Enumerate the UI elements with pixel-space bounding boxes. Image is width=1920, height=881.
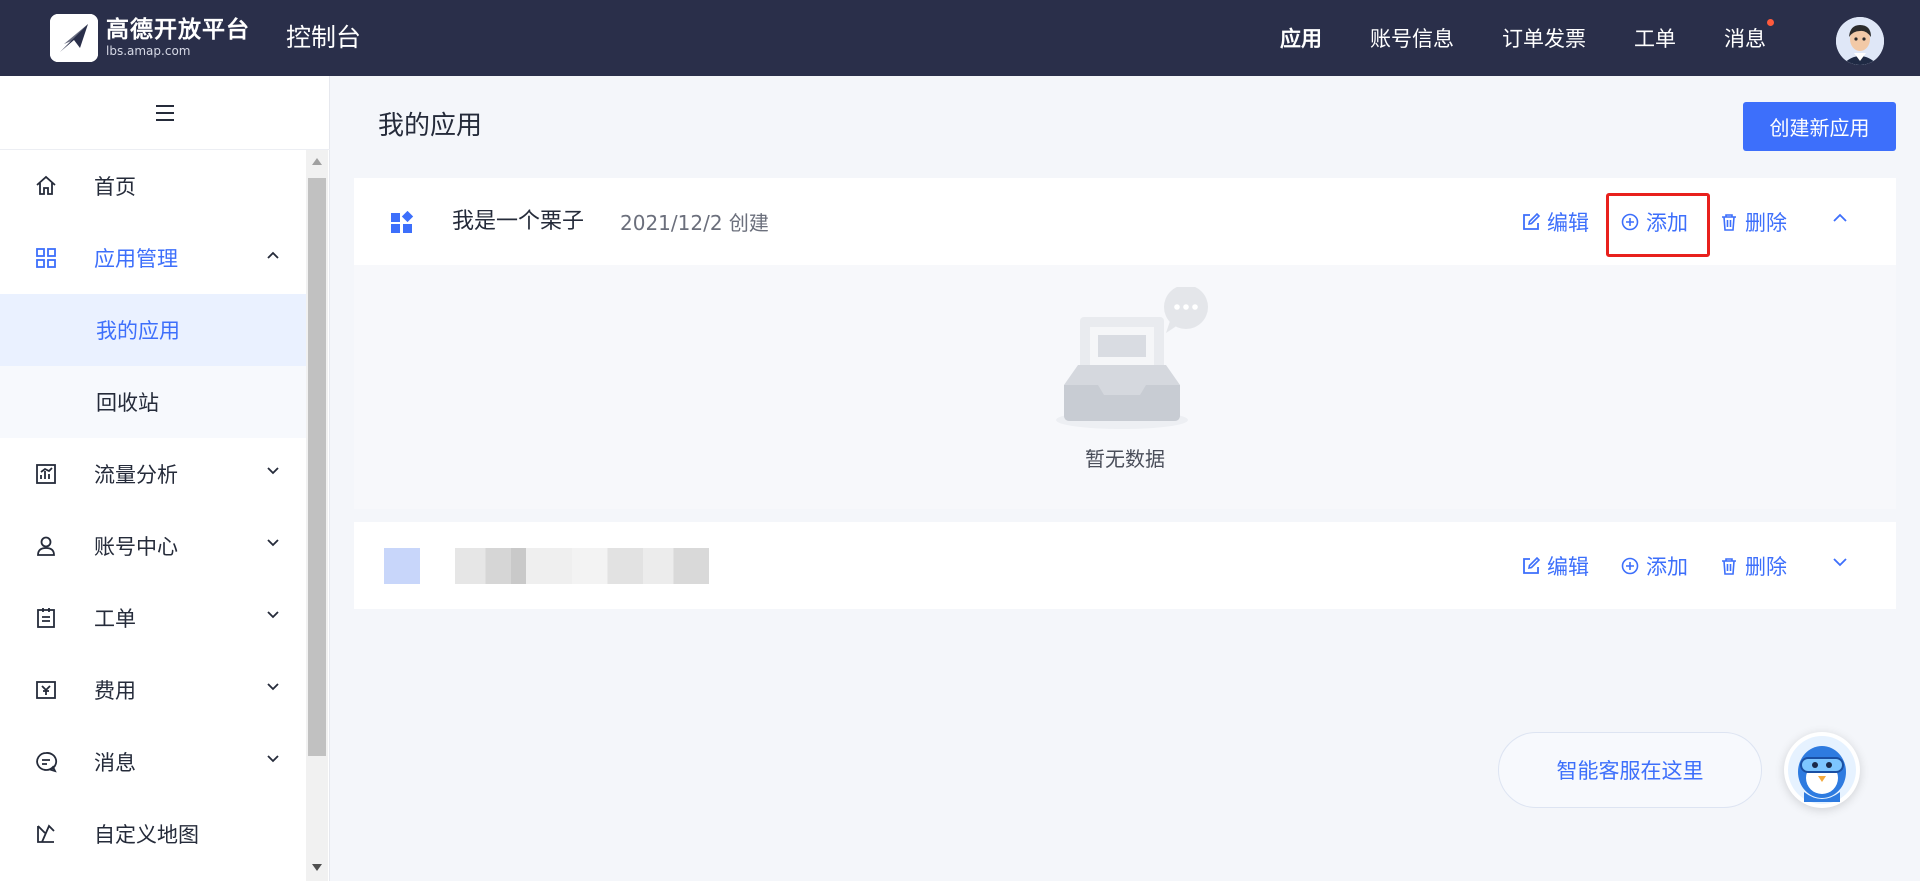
ticket-icon [37,608,55,628]
home-icon [36,175,56,195]
chevron-up-icon [267,251,279,259]
app-created-date: 2021/12/2 创建 [620,211,769,235]
add-button-highlight-box [1606,193,1710,257]
plus-circle-icon [1621,557,1639,575]
sidebar-menu: 首页 应用管理 我的应用 回收站 流量分析 账号中心 工单 费用 消息 自定义地… [0,150,306,870]
sidebar-item-label: 应用管理 [94,247,178,271]
sidebar-item-label: 首页 [94,175,136,199]
scroll-down-arrow-icon[interactable] [312,864,322,871]
empty-state: 暂无数据 [354,265,1896,509]
app-card: 编辑 添加 删除 [354,522,1896,609]
trash-icon [1722,214,1736,231]
topnav-messages[interactable]: 消息 [1724,19,1774,53]
top-navigation-bar: 高德开放平台 lbs.amap.com 控制台 应用 账号信息 订单发票 工单 … [0,0,1920,76]
menu-collapse-button[interactable] [0,76,330,150]
sidebar-subitem-label: 回收站 [96,391,159,415]
smart-assistant-prompt[interactable]: 智能客服在这里 [1498,732,1762,808]
edit-label: 编辑 [1547,555,1589,579]
chevron-down-icon [267,683,279,691]
chevron-down-icon [267,539,279,547]
sidebar-item-label: 自定义地图 [94,823,199,847]
app-widgets-icon [391,211,414,233]
sidebar-item-app-management[interactable]: 应用管理 [0,222,306,294]
empty-inbox-illustration [1056,287,1208,429]
chevron-down-icon[interactable] [1832,557,1848,567]
app-name-blurred [455,548,709,584]
sidebar-subitem-label: 我的应用 [96,319,180,343]
amap-logo-icon [50,14,98,62]
sidebar-scrollbar[interactable] [306,150,328,881]
page-title: 我的应用 [378,111,483,141]
sidebar-item-billing[interactable]: 费用 [0,654,306,726]
console-title: 控制台 [286,23,362,52]
create-new-app-button[interactable]: 创建新应用 [1743,102,1896,151]
edit-icon [1523,212,1541,230]
delete-app-button[interactable]: 删除 [1719,551,1787,581]
logo-title: 高德开放平台 [106,17,250,43]
topnav-orders-invoices[interactable]: 订单发票 [1502,23,1586,53]
edit-app-button[interactable]: 编辑 [1521,551,1589,581]
scroll-up-arrow-icon[interactable] [312,158,322,165]
sidebar-item-tickets[interactable]: 工单 [0,582,306,654]
top-nav: 应用 账号信息 订单发票 工单 消息 [1280,0,1814,76]
delete-label: 删除 [1745,211,1787,235]
logo-subtitle: lbs.amap.com [106,44,191,58]
app-card: 我是一个栗子 2021/12/2 创建 编辑 添加 删除 暂无数据 [354,178,1896,509]
avatar-icon [1836,17,1884,65]
topnav-messages-label: 消息 [1724,27,1766,51]
user-avatar[interactable] [1836,17,1884,65]
app-icon-blurred [384,548,420,584]
edit-app-button[interactable]: 编辑 [1521,207,1589,237]
chevron-down-icon [267,611,279,619]
yen-icon [36,681,56,699]
scrollbar-thumb[interactable] [308,178,326,756]
empty-state-text: 暂无数据 [1085,447,1165,471]
trash-icon [1722,558,1736,575]
sidebar-item-home[interactable]: 首页 [0,150,306,222]
sidebar-item-label: 消息 [94,751,136,775]
map-icon [37,824,55,843]
app-card-header: 编辑 添加 删除 [354,522,1896,609]
add-label: 添加 [1646,555,1688,579]
sidebar-subitem-my-apps[interactable]: 我的应用 [0,294,306,366]
sidebar-subitem-recycle-bin[interactable]: 回收站 [0,366,306,438]
edit-icon [1523,556,1541,574]
app-name: 我是一个栗子 [452,209,585,234]
topnav-tickets[interactable]: 工单 [1634,23,1676,53]
chevron-down-icon [267,755,279,763]
delete-app-button[interactable]: 删除 [1719,207,1787,237]
sidebar-item-label: 流量分析 [94,463,178,487]
topnav-account-info[interactable]: 账号信息 [1370,23,1454,53]
hamburger-icon [156,104,174,121]
amap-logo[interactable]: 高德开放平台 lbs.amap.com [50,14,250,62]
unread-dot [1767,19,1774,26]
smart-assistant-avatar[interactable] [1784,732,1860,808]
sidebar-item-label: 费用 [94,679,136,703]
edit-label: 编辑 [1547,211,1589,235]
sidebar-item-label: 账号中心 [94,535,178,559]
assistant-mascot-icon [1788,736,1856,804]
sidebar-item-custom-map[interactable]: 自定义地图 [0,798,306,870]
user-icon [37,536,55,556]
message-icon [36,752,58,773]
chevron-down-icon [267,467,279,475]
chevron-up-icon[interactable] [1832,213,1848,223]
chart-icon [36,464,56,484]
add-key-button[interactable]: 添加 [1620,551,1688,581]
sidebar-item-label: 工单 [94,607,136,631]
topnav-apps[interactable]: 应用 [1280,23,1322,53]
sidebar-item-traffic-analysis[interactable]: 流量分析 [0,438,306,510]
grid-icon [36,248,56,268]
sidebar: 首页 应用管理 我的应用 回收站 流量分析 账号中心 工单 费用 消息 自定义地… [0,76,330,881]
sidebar-item-messages[interactable]: 消息 [0,726,306,798]
delete-label: 删除 [1745,555,1787,579]
sidebar-item-account-center[interactable]: 账号中心 [0,510,306,582]
